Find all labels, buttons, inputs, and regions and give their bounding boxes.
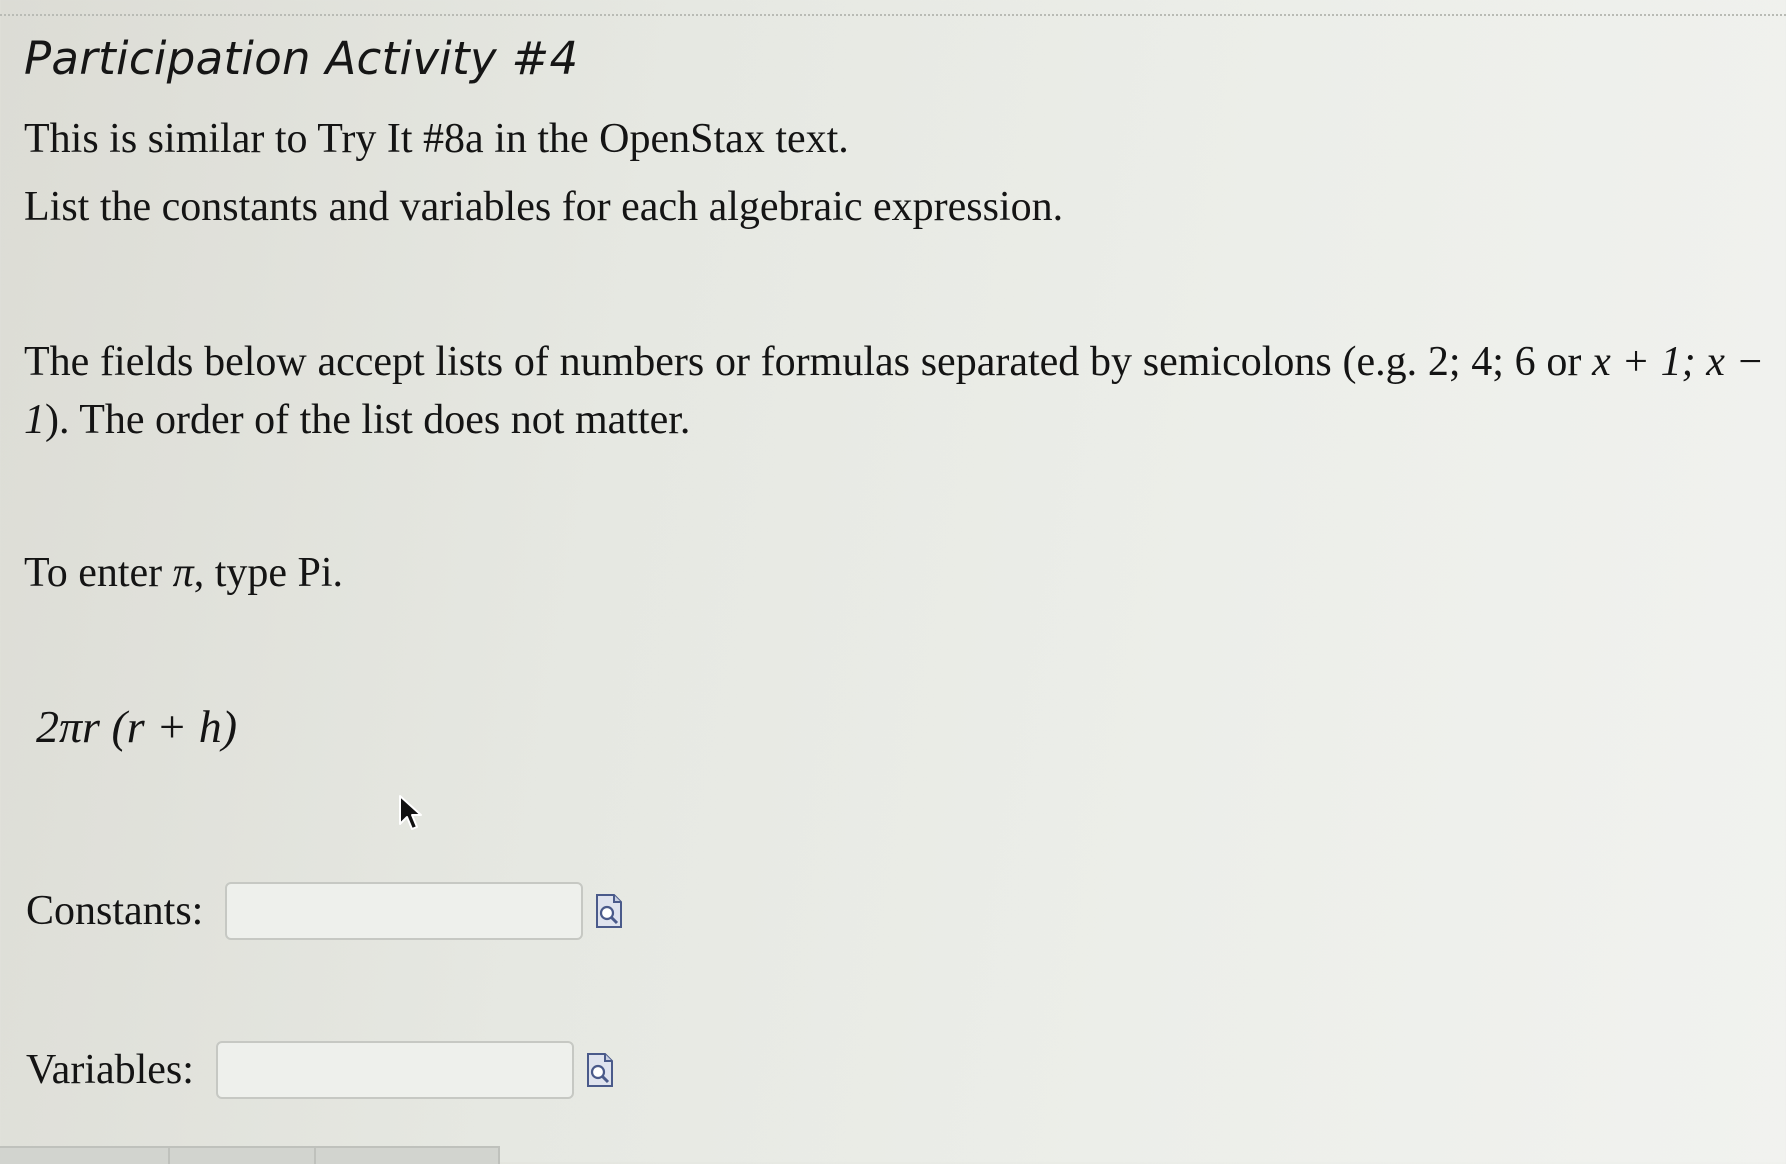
preview-answer-icon[interactable] <box>595 894 623 928</box>
format-help-part2: ). The order of the list does not matter… <box>45 397 691 443</box>
pi-hint-suffix: , type Pi. <box>193 550 344 596</box>
bottom-button-bar <box>0 1146 500 1164</box>
activity-title: Participation Activity #4 <box>24 32 579 85</box>
preview-answer-icon[interactable] <box>586 1053 614 1087</box>
instruction-text: List the constants and variables for eac… <box>24 184 1064 230</box>
constants-input[interactable] <box>225 882 584 940</box>
intro-text: This is similar to Try It #8a in the Ope… <box>24 116 849 162</box>
variables-input[interactable] <box>215 1041 574 1099</box>
top-divider <box>0 14 1786 16</box>
pi-hint-text: To enter π, type Pi. <box>24 544 343 603</box>
pi-hint-prefix: To enter <box>24 550 173 596</box>
constants-label: Constants: <box>26 888 204 934</box>
variables-row: Variables: <box>26 1041 614 1099</box>
pi-symbol: π <box>172 550 194 596</box>
format-help-part1: The fields below accept lists of numbers… <box>24 339 1593 385</box>
mouse-pointer-icon <box>398 794 424 832</box>
variables-label: Variables: <box>26 1047 194 1093</box>
constants-row: Constants: <box>26 882 623 940</box>
algebraic-expression: 2πr (r + h) <box>36 701 238 752</box>
format-help-text: The fields below accept lists of numbers… <box>24 333 1764 449</box>
